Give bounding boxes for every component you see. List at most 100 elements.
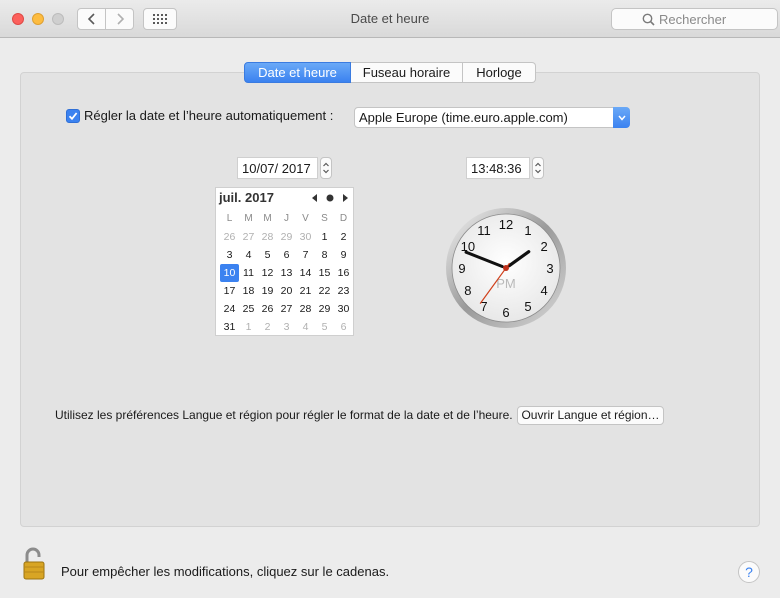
calendar-day[interactable]: 4 [239,246,258,264]
tab-horloge[interactable]: Horloge [463,62,536,83]
calendar-day-outside[interactable]: 3 [277,318,296,336]
chevron-down-icon [617,115,626,121]
calendar-day[interactable]: 13 [277,264,296,282]
dropdown-arrow [613,107,630,128]
calendar-day[interactable]: 27 [277,300,296,318]
stepper-icon [323,162,329,174]
time-server-select[interactable]: Apple Europe (time.euro.apple.com) [354,107,630,128]
search-placeholder: Rechercher [659,12,727,27]
weekday-label: L [226,213,233,224]
calendar-day[interactable]: 23 [334,282,353,300]
clock-numeral: 6 [502,305,509,320]
calendar-week-row: 26 27 28 29 30 1 2 [220,228,353,246]
calendar-day[interactable]: 29 [315,300,334,318]
calendar-day[interactable]: 6 [277,246,296,264]
calendar-weekday-row: LMMJVSD [220,210,353,228]
calendar-day[interactable]: 19 [258,282,277,300]
calendar-day[interactable]: 17 [220,282,239,300]
calendar-day-outside[interactable]: 5 [315,318,334,336]
clock-numeral: 12 [499,217,513,232]
format-info-text: Utilisez les préférences Langue et régio… [55,408,513,422]
help-button[interactable]: ? [738,561,760,583]
calendar-nav [312,194,348,202]
calendar: juil. 2017 L M M J V S D 26 27 28 29 30 1 2 3 4 5 6 7 8 9 10 1… [215,187,354,336]
calendar-month: juil. 2017 [219,190,274,205]
calendar-day[interactable]: 14 [296,264,315,282]
calendar-day[interactable]: 25 [239,300,258,318]
calendar-day[interactable]: 8 [315,246,334,264]
time-server-value: Apple Europe (time.euro.apple.com) [359,110,568,125]
calendar-week-row: 24 25 26 27 28 29 30 [220,300,353,318]
date-field[interactable]: 10/07/ 2017 [237,157,318,179]
calendar-day-outside[interactable]: 28 [258,228,277,246]
time-field[interactable]: 13:48:36 [466,157,530,179]
calendar-day[interactable]: 5 [258,246,277,264]
stepper-icon [535,162,541,174]
clock-numeral: 1 [524,223,531,238]
calendar-day-outside[interactable]: 26 [220,228,239,246]
tab-date-heure[interactable]: Date et heure [244,62,351,83]
calendar-day-outside[interactable]: 27 [239,228,258,246]
time-stepper[interactable] [532,157,544,179]
calendar-day[interactable]: 22 [315,282,334,300]
calendar-day[interactable]: 2 [334,228,353,246]
checkmark-icon [68,111,78,120]
next-month-icon[interactable] [342,194,348,202]
toolbar: Date et heure Rechercher [0,0,780,38]
tab-fuseau-horaire[interactable]: Fuseau horaire [351,62,463,83]
weekday-label: D [339,213,348,224]
clock-numeral: 8 [464,283,471,298]
clock-numeral: 9 [458,261,465,276]
tab-bar: Date et heure Fuseau horaire Horloge [244,62,536,83]
today-dot-icon[interactable] [326,194,334,202]
calendar-day-outside[interactable]: 2 [258,318,277,336]
clock-numeral: 5 [524,299,531,314]
auto-set-row: Régler la date et l’heure automatiquemen… [66,108,333,123]
calendar-day[interactable]: 30 [334,300,353,318]
weekday-label: S [321,213,328,224]
weekday-label: M [263,213,272,224]
lock-instructions: Pour empêcher les modifications, cliquez… [61,564,390,579]
previous-month-icon[interactable] [312,194,318,202]
calendar-day[interactable]: 7 [296,246,315,264]
calendar-day[interactable]: 1 [315,228,334,246]
content-panel [20,72,760,527]
calendar-day-outside[interactable]: 29 [277,228,296,246]
calendar-day[interactable]: 10 [220,264,239,282]
calendar-grid: L M M J V S D 26 27 28 29 30 1 2 3 4 5 6 7 8 9 10 11 12 13 14 15 16… [220,210,353,336]
open-language-region-button[interactable]: Ouvrir Langue et région… [517,406,664,425]
calendar-day[interactable]: 24 [220,300,239,318]
clock-numeral: 11 [477,223,491,238]
calendar-day[interactable]: 26 [258,300,277,318]
auto-set-checkbox[interactable] [66,108,80,123]
calendar-day-outside[interactable]: 4 [296,318,315,336]
weekday-label: M [244,213,253,224]
clock-numeral: 4 [540,283,547,298]
calendar-day[interactable]: 16 [334,264,353,282]
search-field[interactable]: Rechercher [611,8,778,30]
calendar-week-row: 17 18 19 20 21 22 23 [220,282,353,300]
calendar-day[interactable]: 31 [220,318,239,336]
calendar-day[interactable]: 18 [239,282,258,300]
clock-center-pin [503,265,509,271]
analog-clock: 12 1234567891011 PM [446,208,566,328]
calendar-day-outside[interactable]: 30 [296,228,315,246]
calendar-day[interactable]: 15 [315,264,334,282]
calendar-day-outside[interactable]: 6 [334,318,353,336]
lock-icon[interactable] [23,546,47,582]
calendar-day[interactable]: 28 [296,300,315,318]
calendar-day[interactable]: 12 [258,264,277,282]
clock-numeral: 2 [540,239,547,254]
calendar-day[interactable]: 3 [220,246,239,264]
calendar-day[interactable]: 20 [277,282,296,300]
date-stepper[interactable] [320,157,332,179]
calendar-day[interactable]: 11 [239,264,258,282]
calendar-week-row: 3456789 [220,246,353,264]
search-icon [642,13,655,26]
calendar-day[interactable]: 9 [334,246,353,264]
calendar-day[interactable]: 21 [296,282,315,300]
calendar-day-outside[interactable]: 1 [239,318,258,336]
auto-set-label: Régler la date et l’heure automatiquemen… [84,108,334,123]
calendar-week-row: 10 11 12 13 14 15 16 [220,264,353,282]
weekday-label: J [284,213,289,224]
